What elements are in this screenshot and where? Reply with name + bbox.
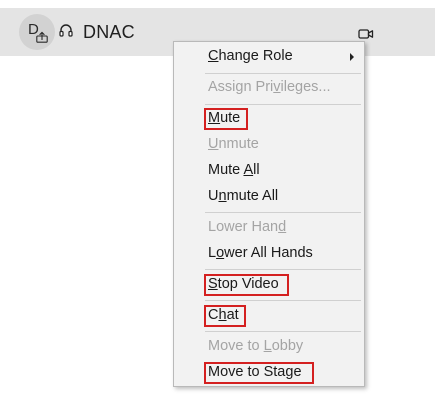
menu-item-unmute: Unmute (174, 133, 364, 157)
highlight-box (204, 274, 289, 296)
highlight-box (204, 362, 314, 384)
menu-separator (205, 269, 361, 270)
menu-item-assign-privileges: Assign Privileges... (174, 76, 364, 100)
menu-item-change-role[interactable]: Change Role (174, 45, 364, 69)
participant-name: DNAC (83, 22, 135, 42)
menu-item-label: Mute All (208, 162, 260, 178)
menu-item-unmute-all[interactable]: Unmute All (174, 185, 364, 209)
menu-item-label: Assign Privileges... (208, 79, 331, 95)
menu-item-label: Lower All Hands (208, 245, 313, 261)
participant-context-menu: Change Role Assign Privileges... Mute Un… (173, 41, 365, 387)
menu-item-label: Lower Hand (208, 219, 287, 235)
menu-item-label: Change Role (208, 48, 293, 64)
avatar[interactable]: D (19, 14, 55, 50)
menu-item-chat[interactable]: Chat (174, 304, 364, 328)
menu-item-stop-video[interactable]: Stop Video (174, 273, 364, 297)
highlight-box (204, 108, 248, 130)
video-camera-icon[interactable] (358, 28, 374, 40)
headset-icon (59, 24, 73, 37)
top-strip (0, 0, 435, 8)
menu-separator (205, 212, 361, 213)
menu-separator (205, 104, 361, 105)
menu-item-mute-all[interactable]: Mute All (174, 159, 364, 183)
menu-item-label: Unmute All (208, 188, 279, 204)
menu-item-lower-all-hands[interactable]: Lower All Hands (174, 242, 364, 266)
menu-item-mute[interactable]: Mute (174, 107, 364, 131)
menu-item-label: Move to Lobby (208, 338, 304, 354)
menu-item-move-to-lobby: Move to Lobby (174, 335, 364, 359)
menu-item-label: Unmute (208, 136, 259, 152)
menu-separator (205, 331, 361, 332)
menu-separator (205, 300, 361, 301)
menu-item-lower-hand: Lower Hand (174, 216, 364, 240)
share-upload-icon (36, 31, 48, 43)
menu-item-move-to-stage[interactable]: Move to Stage (174, 361, 364, 385)
menu-separator (205, 73, 361, 74)
highlight-box (204, 305, 246, 327)
chevron-right-icon (350, 53, 354, 61)
meeting-window: D DNAC Change Role Assign Privileges... … (0, 0, 435, 400)
